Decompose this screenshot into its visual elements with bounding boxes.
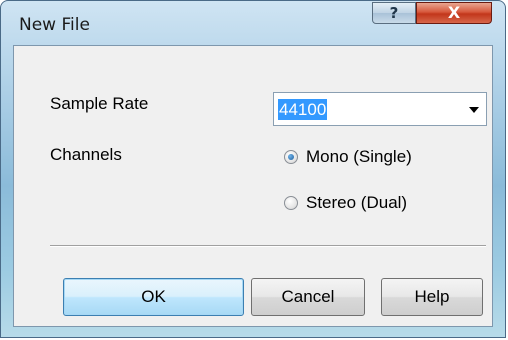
radio-stereo-label[interactable]: Stereo (Dual) — [306, 193, 407, 213]
question-mark-icon: ? — [389, 4, 399, 22]
dialog-body: Sample Rate 44100 Channels Mono (Single)… — [13, 45, 493, 327]
radio-dot-icon — [288, 154, 294, 160]
ok-button[interactable]: OK — [63, 278, 244, 316]
sample-rate-label: Sample Rate — [50, 94, 149, 113]
window-title: New File — [19, 15, 90, 35]
channels-label: Channels — [50, 145, 122, 164]
new-file-dialog: New File ? X Sample Rate 44100 Channels … — [0, 0, 506, 338]
cancel-button[interactable]: Cancel — [251, 278, 365, 316]
help-button[interactable]: Help — [381, 278, 483, 316]
close-icon: X — [447, 3, 461, 22]
sample-rate-dropdown[interactable]: 44100 — [273, 92, 487, 126]
title-help-button[interactable]: ? — [372, 2, 416, 24]
radio-button-unselected[interactable] — [284, 196, 298, 210]
radio-mono-label[interactable]: Mono (Single) — [306, 147, 412, 167]
title-bar[interactable]: New File ? X — [1, 1, 505, 43]
radio-button-selected[interactable] — [284, 150, 298, 164]
close-button[interactable]: X — [416, 2, 492, 24]
sample-rate-value[interactable]: 44100 — [278, 99, 328, 120]
separator — [50, 245, 486, 247]
chevron-down-icon[interactable] — [469, 107, 479, 113]
